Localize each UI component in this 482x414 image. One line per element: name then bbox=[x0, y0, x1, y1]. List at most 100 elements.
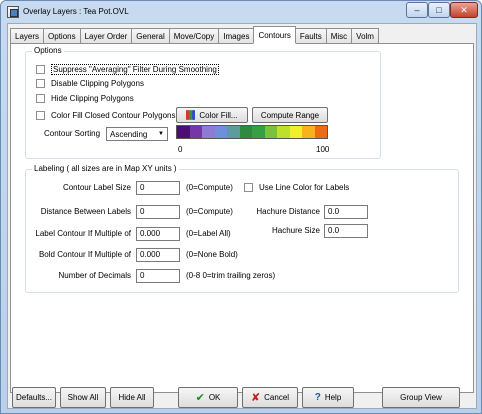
tab-misc[interactable]: Misc bbox=[325, 28, 353, 43]
minimize-button[interactable]: – bbox=[406, 2, 428, 18]
suppress-filter-checkbox[interactable] bbox=[36, 65, 45, 74]
use-line-color-checkbox[interactable] bbox=[244, 183, 253, 192]
tab-options[interactable]: Options bbox=[43, 28, 81, 43]
colorbar-max-label: 100 bbox=[316, 145, 330, 154]
help-label: Help bbox=[324, 393, 342, 402]
tab-volm[interactable]: Volm bbox=[351, 28, 379, 43]
color-palette-icon bbox=[186, 110, 196, 120]
title-bar[interactable]: Overlay Layers : Tea Pot.OVL – □ ✕ bbox=[1, 1, 481, 23]
color-fill-checkbox[interactable] bbox=[36, 111, 45, 120]
bold-multiple-label: Bold Contour If Multiple of bbox=[38, 250, 131, 259]
cancel-x-icon: ✘ bbox=[250, 392, 261, 404]
hide-clipping-label: Hide Clipping Polygons bbox=[51, 94, 134, 103]
use-line-color-label: Use Line Color for Labels bbox=[259, 183, 350, 192]
minimize-icon: – bbox=[414, 5, 420, 15]
ok-label: OK bbox=[208, 393, 221, 402]
num-decimals-input[interactable]: 0 bbox=[136, 269, 180, 283]
compute-range-button[interactable]: Compute Range bbox=[252, 107, 328, 123]
tab-faults[interactable]: Faults bbox=[294, 28, 327, 43]
contour-sorting-label: Contour Sorting bbox=[44, 129, 101, 138]
tab-general[interactable]: General bbox=[131, 28, 170, 43]
dialog-client: Layers Options Layer Order General Move/… bbox=[7, 23, 477, 409]
colorbar-swatch bbox=[252, 126, 265, 138]
hide-clipping-checkbox[interactable] bbox=[36, 94, 45, 103]
show-all-label: Show All bbox=[67, 393, 99, 402]
hachure-size-label: Hachure Size bbox=[271, 226, 320, 235]
hachure-distance-label: Hachure Distance bbox=[256, 207, 320, 216]
maximize-icon: □ bbox=[436, 5, 442, 15]
disable-clipping-checkbox[interactable] bbox=[36, 79, 45, 88]
colorbar-swatch bbox=[189, 126, 202, 138]
bold-multiple-input[interactable]: 0.000 bbox=[136, 248, 180, 262]
colorbar-swatch bbox=[264, 126, 277, 138]
colorbar-swatch bbox=[202, 126, 215, 138]
distance-between-input[interactable]: 0 bbox=[136, 205, 180, 219]
help-button[interactable]: ? Help bbox=[302, 387, 354, 408]
num-decimals-hint: (0-8 0=trim trailing zeros) bbox=[186, 271, 276, 280]
close-icon: ✕ bbox=[460, 4, 468, 15]
use-line-color-option[interactable]: Use Line Color for Labels bbox=[244, 183, 349, 192]
disable-clipping-label: Disable Clipping Polygons bbox=[51, 79, 144, 88]
colorbar-swatch bbox=[277, 126, 290, 138]
show-all-button[interactable]: Show All bbox=[60, 387, 106, 408]
hachure-distance-input[interactable]: 0.0 bbox=[324, 205, 368, 219]
tab-layer-order[interactable]: Layer Order bbox=[79, 28, 133, 43]
tab-images[interactable]: Images bbox=[218, 28, 255, 43]
tab-strip: Layers Options Layer Order General Move/… bbox=[10, 26, 379, 44]
label-multiple-hint: (0=Label All) bbox=[186, 229, 231, 238]
options-legend: Options bbox=[32, 46, 64, 55]
label-multiple-label: Label Contour If Multiple of bbox=[35, 229, 131, 238]
dialog-window: Overlay Layers : Tea Pot.OVL – □ ✕ Layer… bbox=[0, 0, 482, 414]
app-icon bbox=[7, 6, 19, 18]
labeling-legend: Labeling ( all sizes are in Map XY units… bbox=[32, 164, 179, 173]
color-fill-button[interactable]: Color Fill... bbox=[176, 107, 248, 123]
cancel-label: Cancel bbox=[264, 393, 290, 402]
contour-label-size-hint: (0=Compute) bbox=[186, 183, 233, 192]
contours-panel: Options Suppress "Averaging" Filter Duri… bbox=[10, 43, 474, 393]
hide-all-label: Hide All bbox=[118, 393, 146, 402]
suppress-filter-label: Suppress "Averaging" Filter During Smoot… bbox=[51, 64, 219, 75]
contour-sorting-select[interactable]: Ascending ▼ bbox=[106, 127, 168, 141]
color-fill-option[interactable]: Color Fill Closed Contour Polygons bbox=[36, 111, 176, 120]
suppress-filter-option[interactable]: Suppress "Averaging" Filter During Smoot… bbox=[36, 64, 219, 75]
close-button[interactable]: ✕ bbox=[450, 2, 478, 18]
contour-label-size-label: Contour Label Size bbox=[62, 183, 131, 192]
colorbar-swatch bbox=[227, 126, 240, 138]
bold-multiple-hint: (0=None Bold) bbox=[186, 250, 238, 259]
colorbar-min-label: 0 bbox=[178, 145, 183, 154]
colorbar-swatch bbox=[214, 126, 227, 138]
color-fill-label: Color Fill Closed Contour Polygons bbox=[51, 111, 176, 120]
hide-all-button[interactable]: Hide All bbox=[110, 387, 154, 408]
label-multiple-input[interactable]: 0.000 bbox=[136, 227, 180, 241]
distance-between-label: Distance Between Labels bbox=[40, 207, 131, 216]
group-view-button[interactable]: Group View bbox=[382, 387, 460, 408]
options-group: Options Suppress "Averaging" Filter Duri… bbox=[25, 46, 381, 159]
distance-between-hint: (0=Compute) bbox=[186, 207, 233, 216]
help-question-icon: ? bbox=[314, 392, 321, 403]
maximize-button[interactable]: □ bbox=[428, 2, 450, 18]
contour-sorting-value: Ascending bbox=[110, 129, 148, 139]
ok-button[interactable]: ✔ OK bbox=[178, 387, 238, 408]
colorbar-swatch bbox=[239, 126, 252, 138]
disable-clipping-option[interactable]: Disable Clipping Polygons bbox=[36, 79, 144, 88]
colorbar-swatch bbox=[177, 126, 190, 138]
defaults-button[interactable]: Defaults... bbox=[12, 387, 56, 408]
chevron-down-icon: ▼ bbox=[158, 131, 164, 137]
colorbar-swatch bbox=[314, 126, 327, 138]
num-decimals-label: Number of Decimals bbox=[58, 271, 131, 280]
tab-move-copy[interactable]: Move/Copy bbox=[168, 28, 220, 43]
labeling-group: Labeling ( all sizes are in Map XY units… bbox=[25, 164, 459, 293]
tab-contours[interactable]: Contours bbox=[253, 26, 296, 44]
hachure-size-input[interactable]: 0.0 bbox=[324, 224, 368, 238]
colorbar-swatch bbox=[289, 126, 302, 138]
contour-colorbar[interactable] bbox=[176, 125, 328, 139]
hide-clipping-option[interactable]: Hide Clipping Polygons bbox=[36, 94, 134, 103]
defaults-label: Defaults... bbox=[15, 393, 52, 402]
color-fill-button-label: Color Fill... bbox=[199, 110, 238, 120]
compute-range-label: Compute Range bbox=[260, 110, 320, 120]
group-view-label: Group View bbox=[400, 393, 442, 402]
window-title: Overlay Layers : Tea Pot.OVL bbox=[23, 7, 129, 16]
tab-layers[interactable]: Layers bbox=[10, 28, 45, 43]
cancel-button[interactable]: ✘ Cancel bbox=[242, 387, 298, 408]
contour-label-size-input[interactable]: 0 bbox=[136, 181, 180, 195]
